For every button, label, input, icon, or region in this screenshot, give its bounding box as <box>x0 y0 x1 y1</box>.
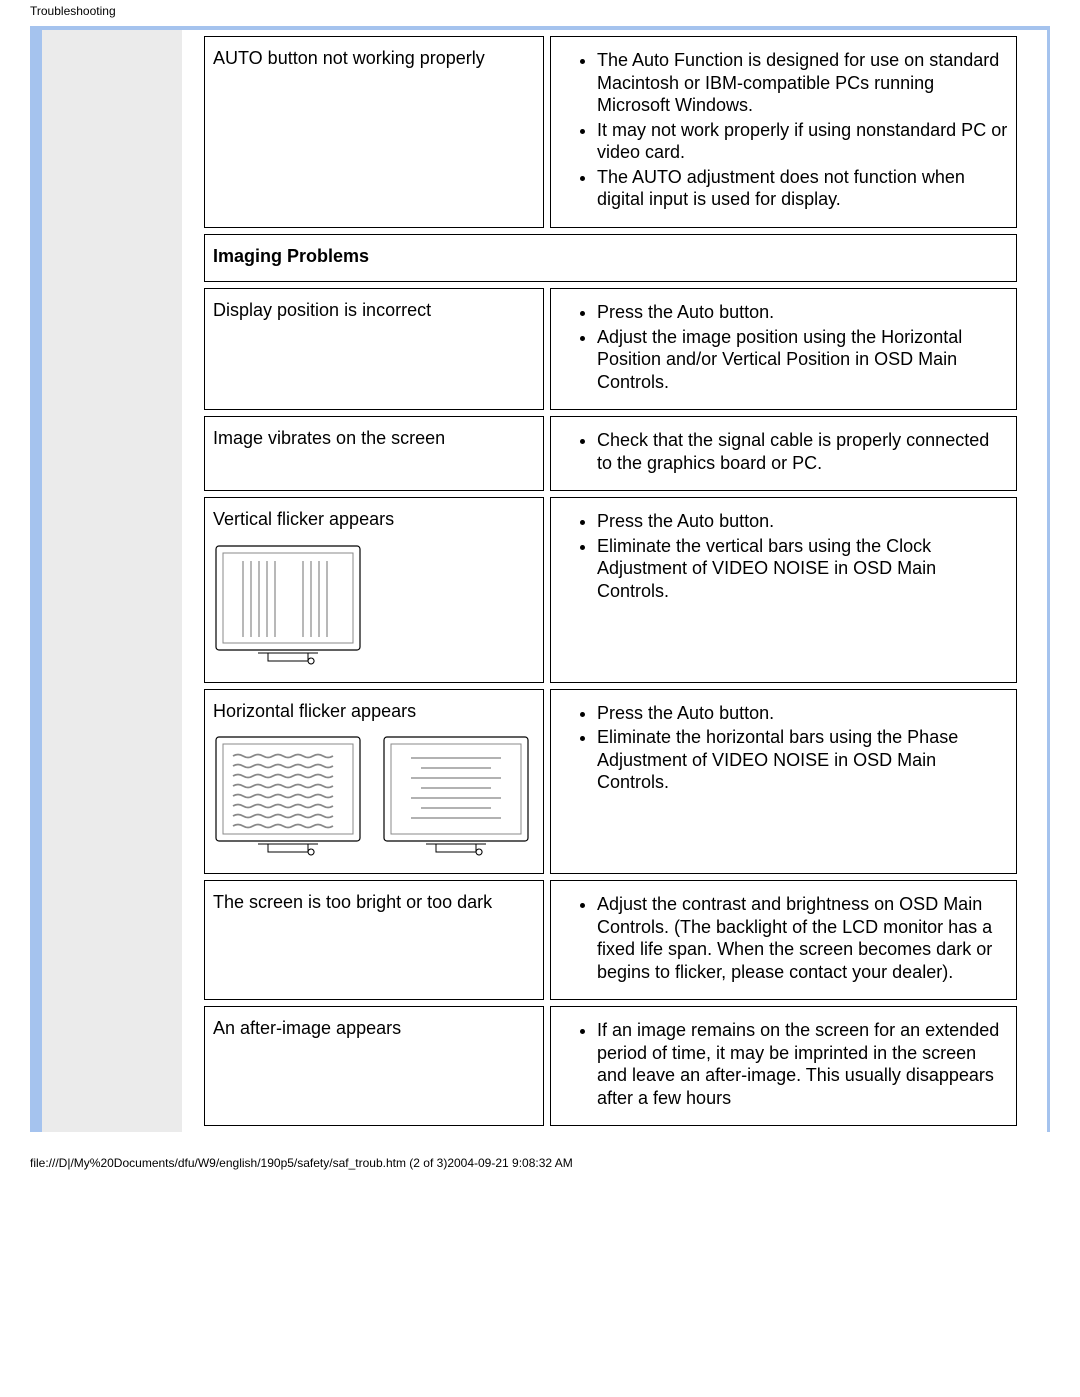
footer-path: file:///D|/My%20Documents/dfu/W9/english… <box>0 1132 1080 1190</box>
list-item: Adjust the image position using the Hori… <box>597 326 1008 394</box>
solution-cell: Press the Auto button. Eliminate the hor… <box>550 689 1017 875</box>
problem-cell: An after-image appears <box>204 1006 544 1126</box>
monitor-horizontal-lines-icon <box>381 734 531 859</box>
problem-cell: The screen is too bright or too dark <box>204 880 544 1000</box>
list-item: If an image remains on the screen for an… <box>597 1019 1008 1109</box>
monitor-horizontal-scribble-icon <box>213 734 363 859</box>
list-item: Press the Auto button. <box>597 702 1008 725</box>
solution-cell: Adjust the contrast and brightness on OS… <box>550 880 1017 1000</box>
solution-cell: Check that the signal cable is properly … <box>550 416 1017 491</box>
problem-label: Vertical flicker appears <box>213 509 394 529</box>
page-header: Troubleshooting <box>0 0 1080 18</box>
solution-cell: Press the Auto button. Eliminate the ver… <box>550 497 1017 683</box>
list-item: Adjust the contrast and brightness on OS… <box>597 893 1008 983</box>
list-item: Eliminate the vertical bars using the Cl… <box>597 535 1008 603</box>
left-stripe <box>30 30 42 1132</box>
problem-cell: Display position is incorrect <box>204 288 544 410</box>
problem-cell: Vertical flicker appears <box>204 497 544 683</box>
table-row: Horizontal flicker appears <box>204 689 1017 875</box>
list-item: Press the Auto button. <box>597 510 1008 533</box>
list-item: Press the Auto button. <box>597 301 1008 324</box>
solution-cell: If an image remains on the screen for an… <box>550 1006 1017 1126</box>
content-frame: AUTO button not working properly The Aut… <box>30 26 1050 1132</box>
table-row: An after-image appears If an image remai… <box>204 1006 1017 1126</box>
problem-cell: Horizontal flicker appears <box>204 689 544 875</box>
table-row: Image vibrates on the screen Check that … <box>204 416 1017 491</box>
problem-label: Horizontal flicker appears <box>213 701 416 721</box>
section-heading: Imaging Problems <box>204 234 1017 283</box>
table-row: Display position is incorrect Press the … <box>204 288 1017 410</box>
list-item: Check that the signal cable is properly … <box>597 429 1008 474</box>
right-stripe <box>1047 30 1050 1132</box>
problem-cell: AUTO button not working properly <box>204 36 544 228</box>
table-row: The screen is too bright or too dark Adj… <box>204 880 1017 1000</box>
problem-cell: Image vibrates on the screen <box>204 416 544 491</box>
list-item: It may not work properly if using nonsta… <box>597 119 1008 164</box>
solution-cell: Press the Auto button. Adjust the image … <box>550 288 1017 410</box>
list-item: Eliminate the horizontal bars using the … <box>597 726 1008 794</box>
monitor-vertical-flicker-icon <box>213 543 363 668</box>
left-gray-column <box>42 30 182 1132</box>
list-item: The Auto Function is designed for use on… <box>597 49 1008 117</box>
table-row: AUTO button not working properly The Aut… <box>204 36 1017 228</box>
troubleshooting-table: AUTO button not working properly The Aut… <box>198 30 1023 1132</box>
table-row: Vertical flicker appears <box>204 497 1017 683</box>
table-row: Imaging Problems <box>204 234 1017 283</box>
list-item: The AUTO adjustment does not function wh… <box>597 166 1008 211</box>
solution-cell: The Auto Function is designed for use on… <box>550 36 1017 228</box>
